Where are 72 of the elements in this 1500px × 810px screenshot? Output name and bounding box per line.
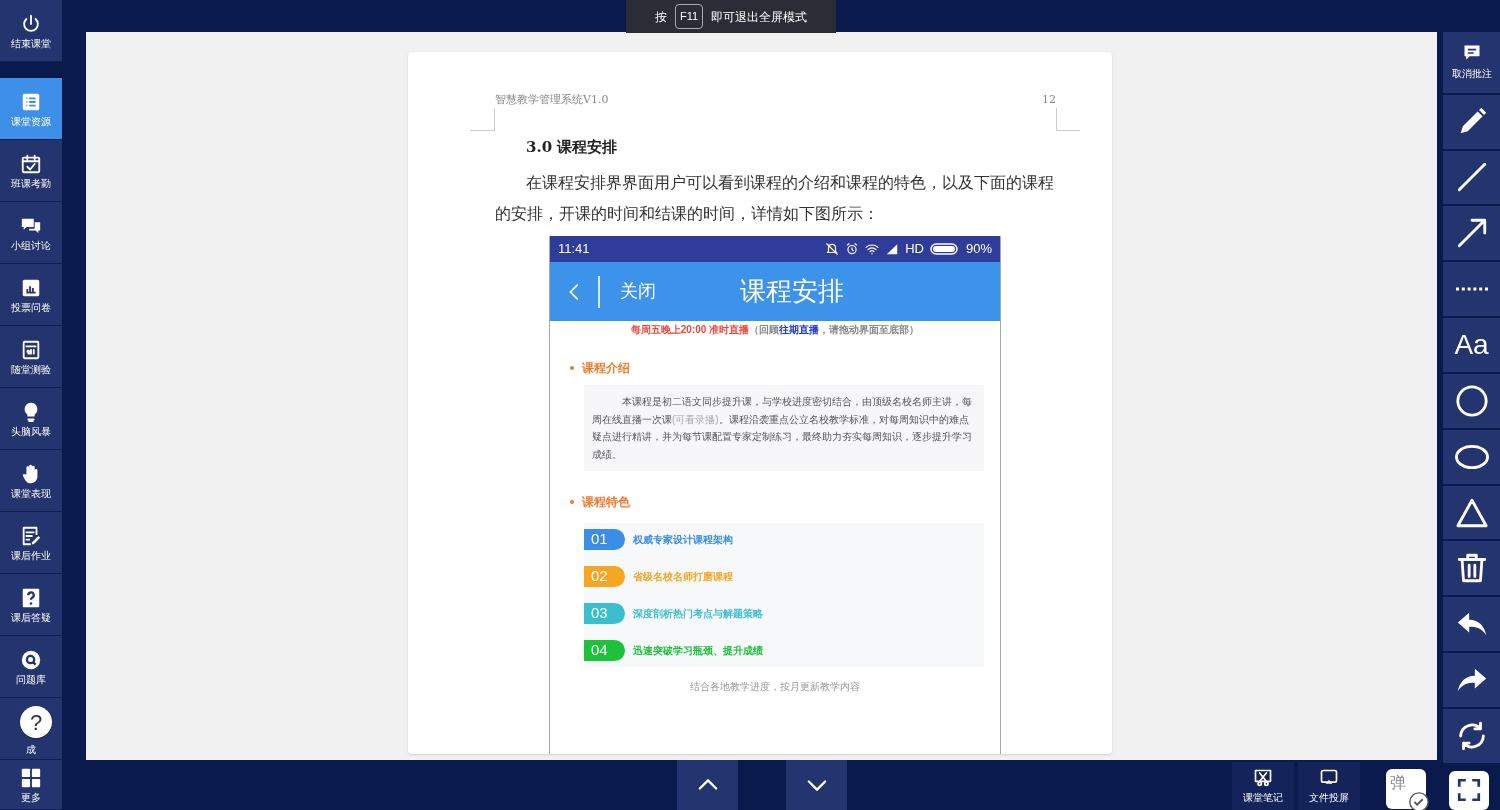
refresh-button[interactable] [1443, 709, 1500, 763]
circle-icon [1454, 383, 1489, 418]
page-header-title: 智慧教学管理系统V1.0 [495, 92, 609, 108]
feature-text: 省级名校名师打磨课程 [633, 570, 733, 584]
section-title: 课程介绍 [582, 360, 630, 377]
footer-note: 结合各地教学进度，按月更新教学内容 [689, 680, 861, 694]
circle-tool-button[interactable] [1443, 373, 1500, 428]
sidebar-item[interactable]: 课后作业 [0, 512, 62, 574]
sidebar-item[interactable]: 班课考勤 [0, 140, 62, 202]
dotted-line-tool-button[interactable] [1443, 262, 1500, 317]
feature-text: 迅速突破学习瓶颈、提升成绩 [633, 644, 763, 658]
triangle-tool-button[interactable] [1443, 485, 1500, 540]
section-heading: 3.0 课程安排 [526, 137, 618, 158]
calendar-check-icon [20, 152, 42, 175]
number-tag: 02 [584, 566, 625, 587]
feature-text: 深度剖析热门考点与解题策略 [633, 607, 763, 621]
network-label: HD [905, 240, 924, 259]
body-paragraph: 在课程安排界界面用户可以看到课程的介绍和课程的特色，以及下面的课程的安排，开课的时间和结课的时间，详情如下图所示： [495, 173, 1055, 225]
number-tag: 01 [584, 529, 625, 550]
sidebar-item[interactable]: 随堂测验 [0, 326, 62, 388]
test-paper-icon [20, 338, 42, 361]
wifi-icon [865, 242, 880, 256]
mute-icon [825, 242, 840, 256]
next-page-button[interactable] [786, 760, 847, 810]
scissors-board-icon [1253, 767, 1273, 788]
key-label: F11 [674, 4, 704, 29]
signal-icon [885, 242, 900, 256]
bullet-icon [570, 366, 574, 370]
previous-page-button[interactable] [677, 760, 738, 810]
search-badge-icon [20, 648, 42, 671]
line-tool-button[interactable] [1443, 150, 1500, 205]
bullet-icon [570, 500, 574, 504]
app-title: 课程安排 [740, 275, 844, 308]
sidebar-item[interactable]: 问题库 [0, 636, 62, 698]
battery-level: 90% [965, 240, 992, 259]
status-time: 11:41 [558, 240, 590, 259]
cast-button[interactable]: 文件投屏 [1298, 762, 1360, 810]
number-tag: 04 [584, 640, 625, 661]
sidebar-item[interactable]: 更多 [0, 760, 62, 810]
cancel-annotation-button[interactable]: 取消批注 [1443, 32, 1500, 93]
fullscreen-button[interactable] [1449, 770, 1489, 810]
question-mark-icon [20, 586, 42, 609]
intro-text: 本课程是初二语文同步提升课，与学校进度密切结合，由顶级名校名师主讲，每周在线直播一次课(可看录播)。课程沿袭重点公立名校教学标准，对每周知识中的难点疑点进行精讲，并为每节课配置专家定制练习，最终助力夯实每周知识，逐步提升学习成绩。 [584, 385, 984, 471]
number-tag: 03 [584, 603, 625, 624]
power-icon [20, 12, 42, 35]
fullscreen-icon [1456, 777, 1482, 804]
dotted-line-icon [1455, 287, 1488, 292]
section-title: 课程特色 [582, 494, 630, 511]
arrow-tool-button[interactable] [1443, 206, 1500, 261]
ellipse-tool-button[interactable] [1443, 429, 1500, 484]
text-tool-button[interactable]: Aa [1443, 318, 1500, 372]
hint-text: 按 [654, 8, 667, 26]
sidebar-item[interactable]: 结束课堂 [0, 0, 62, 62]
pen-tool-button[interactable] [1443, 94, 1500, 149]
redo-button[interactable] [1443, 653, 1500, 707]
grid-icon [20, 766, 42, 789]
hint-text: 即可退出全屏模式 [711, 8, 808, 26]
edit-document-icon [20, 524, 42, 547]
notes-button[interactable]: 课堂笔记 [1232, 762, 1294, 810]
feature-text: 权威专家设计课程架构 [633, 533, 733, 547]
sidebar-item[interactable]: 投票问卷 [0, 264, 62, 326]
sidebar-item[interactable]: 课堂表现 [0, 450, 62, 512]
live-notice: 每周五晚上20:00 准时直播（回顾往期直播，请拖动界面至底部） [629, 323, 921, 337]
delete-button[interactable] [1443, 541, 1500, 596]
sidebar-item[interactable]: 课后答疑 [0, 574, 62, 636]
battery-icon [929, 242, 960, 256]
sidebar-item[interactable]: 小组讨论 [0, 202, 62, 264]
alarm-icon [845, 242, 860, 256]
sidebar-item[interactable]: 头脑风暴 [0, 388, 62, 450]
undo-button[interactable] [1443, 597, 1500, 652]
page-number: 12 [1042, 92, 1056, 108]
popup-button[interactable]: 弹 [1386, 769, 1426, 809]
